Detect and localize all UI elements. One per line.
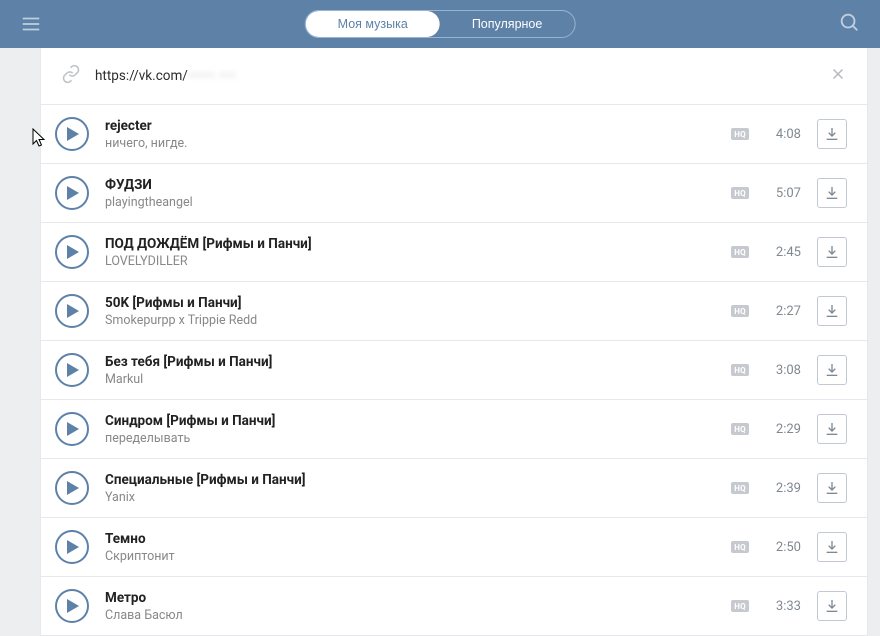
search-icon[interactable] — [838, 11, 860, 37]
track-info: rejecter ничего, нигде. — [105, 118, 715, 151]
url-bar: https://vk.com/••••• ••• — [41, 48, 867, 105]
app-header: Моя музыка Популярное — [0, 0, 880, 48]
track-title: Без тебя [Рифмы и Панчи] — [105, 354, 715, 370]
track-row: Без тебя [Рифмы и Панчи] Markul HQ 3:08 — [41, 341, 867, 400]
hamburger-menu-icon[interactable] — [20, 13, 42, 35]
play-button[interactable] — [55, 530, 89, 564]
hq-badge: HQ — [731, 187, 749, 199]
track-duration: 2:27 — [765, 304, 801, 319]
track-duration: 3:33 — [765, 599, 801, 614]
hq-badge: HQ — [731, 364, 749, 376]
track-title: Метро — [105, 590, 715, 606]
hq-badge: HQ — [731, 128, 749, 140]
track-row: rejecter ничего, нигде. HQ 4:08 — [41, 105, 867, 164]
track-artist: Markul — [105, 372, 715, 387]
download-button[interactable] — [817, 473, 847, 503]
track-title: Темно — [105, 531, 715, 547]
track-row: ФУДЗИ playingtheangel HQ 5:07 — [41, 164, 867, 223]
track-artist: playingtheangel — [105, 195, 715, 210]
track-title: ФУДЗИ — [105, 177, 715, 193]
track-artist: Yanix — [105, 490, 715, 505]
track-title: Специальные [Рифмы и Панчи] — [105, 472, 715, 488]
track-row: ПОД ДОЖДЁМ [Рифмы и Панчи] LOVELYDILLER … — [41, 223, 867, 282]
download-button[interactable] — [817, 119, 847, 149]
track-info: ФУДЗИ playingtheangel — [105, 177, 715, 210]
play-button[interactable] — [55, 294, 89, 328]
track-title: 50K [Рифмы и Панчи] — [105, 295, 715, 311]
track-row: 50K [Рифмы и Панчи] Smokepurpp x Trippie… — [41, 282, 867, 341]
hq-badge: HQ — [731, 600, 749, 612]
track-artist: LOVELYDILLER — [105, 254, 715, 269]
play-button[interactable] — [55, 589, 89, 623]
track-row: Метро Слава Басюл HQ 3:33 — [41, 577, 867, 636]
url-hidden: ••••• ••• — [188, 68, 237, 84]
track-info: Темно Скриптонит — [105, 531, 715, 564]
hq-badge: HQ — [731, 423, 749, 435]
track-artist: ничего, нигде. — [105, 136, 715, 151]
track-duration: 2:50 — [765, 540, 801, 555]
track-info: Без тебя [Рифмы и Панчи] Markul — [105, 354, 715, 387]
hq-badge: HQ — [731, 482, 749, 494]
track-list: rejecter ничего, нигде. HQ 4:08 ФУДЗИ pl… — [41, 105, 867, 636]
track-info: 50K [Рифмы и Панчи] Smokepurpp x Trippie… — [105, 295, 715, 328]
download-button[interactable] — [817, 591, 847, 621]
tab-my-music[interactable]: Моя музыка — [306, 11, 440, 37]
track-artist: Скриптонит — [105, 549, 715, 564]
header-tabs: Моя музыка Популярное — [305, 10, 576, 38]
download-button[interactable] — [817, 178, 847, 208]
download-button[interactable] — [817, 414, 847, 444]
play-button[interactable] — [55, 471, 89, 505]
track-info: Синдром [Рифмы и Панчи] переделывать — [105, 413, 715, 446]
track-row: Темно Скриптонит HQ 2:50 — [41, 518, 867, 577]
track-duration: 2:29 — [765, 422, 801, 437]
track-artist: Слава Басюл — [105, 608, 715, 623]
track-duration: 2:39 — [765, 481, 801, 496]
track-info: Специальные [Рифмы и Панчи] Yanix — [105, 472, 715, 505]
play-button[interactable] — [55, 412, 89, 446]
track-duration: 3:08 — [765, 363, 801, 378]
track-duration: 2:45 — [765, 245, 801, 260]
play-button[interactable] — [55, 117, 89, 151]
track-duration: 5:07 — [765, 186, 801, 201]
download-button[interactable] — [817, 237, 847, 267]
url-field[interactable]: https://vk.com/••••• ••• — [95, 68, 815, 84]
track-artist: переделывать — [105, 431, 715, 446]
track-row: Синдром [Рифмы и Панчи] переделывать HQ … — [41, 400, 867, 459]
play-button[interactable] — [55, 176, 89, 210]
track-info: Метро Слава Басюл — [105, 590, 715, 623]
url-visible: https://vk.com/ — [95, 68, 188, 84]
download-button[interactable] — [817, 355, 847, 385]
hq-badge: HQ — [731, 246, 749, 258]
play-button[interactable] — [55, 353, 89, 387]
track-title: Синдром [Рифмы и Панчи] — [105, 413, 715, 429]
download-button[interactable] — [817, 296, 847, 326]
track-title: rejecter — [105, 118, 715, 134]
track-title: ПОД ДОЖДЁМ [Рифмы и Панчи] — [105, 236, 715, 252]
hq-badge: HQ — [731, 305, 749, 317]
download-button[interactable] — [817, 532, 847, 562]
main-content: https://vk.com/••••• ••• rejecter ничего… — [40, 48, 868, 636]
tab-popular[interactable]: Популярное — [440, 11, 575, 37]
track-info: ПОД ДОЖДЁМ [Рифмы и Панчи] LOVELYDILLER — [105, 236, 715, 269]
play-button[interactable] — [55, 235, 89, 269]
track-row: Специальные [Рифмы и Панчи] Yanix HQ 2:3… — [41, 459, 867, 518]
track-artist: Smokepurpp x Trippie Redd — [105, 313, 715, 328]
clear-url-icon[interactable] — [829, 65, 847, 87]
hq-badge: HQ — [731, 541, 749, 553]
track-duration: 4:08 — [765, 127, 801, 142]
link-icon — [61, 64, 81, 88]
